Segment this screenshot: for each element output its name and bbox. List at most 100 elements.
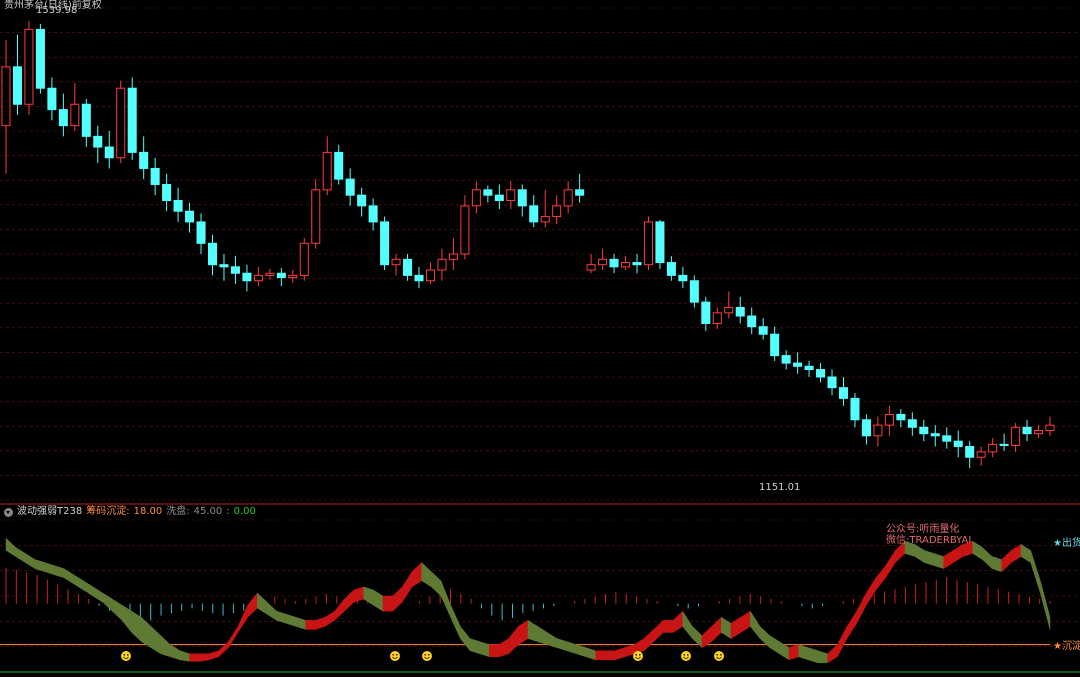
candle-up <box>448 253 458 260</box>
band-fall <box>54 565 65 579</box>
band-fall <box>179 650 190 662</box>
candle-down <box>850 397 860 421</box>
candle-up <box>311 189 321 244</box>
candle-down <box>414 274 424 282</box>
candle-up <box>265 272 275 276</box>
smiley-icon <box>714 651 724 661</box>
smiley-eye <box>720 654 722 656</box>
candle-up <box>724 306 734 314</box>
candle-down <box>517 189 527 207</box>
candle-down <box>575 189 585 196</box>
candle-down <box>403 258 413 276</box>
band-rise <box>518 619 529 646</box>
param-2: 18.00 <box>133 506 163 517</box>
band-fall <box>469 638 480 655</box>
param-4: 45.00 <box>193 506 223 517</box>
candle-down <box>930 433 940 437</box>
candle-down <box>793 362 803 367</box>
candle-down <box>655 221 665 264</box>
band-rise <box>740 610 751 633</box>
band-rise <box>827 644 838 664</box>
candle-up <box>437 258 447 271</box>
band-fall <box>682 610 693 640</box>
level-top-label: ★出货 <box>1053 538 1080 549</box>
band-rise <box>614 647 625 661</box>
band-rise <box>711 616 722 643</box>
band-rise <box>846 610 857 640</box>
candle-down <box>770 333 780 357</box>
band-fall <box>1030 550 1041 594</box>
band-rise <box>856 592 867 624</box>
smiley-icon <box>422 651 432 661</box>
candle-down <box>907 419 917 428</box>
candle-down <box>162 183 172 202</box>
band-rise <box>837 626 848 657</box>
candle-up <box>116 87 126 159</box>
candle-up <box>976 451 986 458</box>
price-chart[interactable] <box>0 0 1080 677</box>
candle-up <box>506 189 516 202</box>
candle-down <box>816 369 826 378</box>
smiley-face <box>121 651 131 661</box>
band-fall <box>44 562 55 576</box>
candle-down <box>345 178 355 196</box>
band-rise <box>953 543 964 564</box>
candle-down <box>827 376 837 389</box>
candle-down <box>357 194 367 207</box>
band-fall <box>527 619 538 642</box>
candle-down <box>12 66 22 105</box>
smiley-eye <box>424 654 427 656</box>
candle-down <box>173 200 183 212</box>
band-rise <box>489 644 500 658</box>
smiley-face <box>633 651 643 661</box>
candle-up <box>322 151 332 191</box>
candle-down <box>81 103 91 137</box>
smiley-eye <box>639 654 641 656</box>
candle-up <box>643 221 653 266</box>
indicator-params-bar: 波动强弱T238 筹码沉淀: 18.00 洗盘: 45.00 : 0.00 <box>4 506 256 518</box>
grid-lines <box>0 7 1080 505</box>
band-fall <box>102 592 113 612</box>
candle-down <box>781 355 791 364</box>
band-fall <box>5 537 16 557</box>
smiley-icon <box>390 651 400 661</box>
band-fall <box>460 625 471 652</box>
band-rise <box>508 625 519 655</box>
candlestick-series[interactable] <box>1 20 1055 468</box>
band-rise <box>382 595 393 612</box>
candle-up <box>1 66 11 127</box>
candle-down <box>861 419 871 437</box>
candle-down <box>1022 426 1032 435</box>
band-rise <box>305 620 316 630</box>
band-fall <box>769 635 780 655</box>
candle-up <box>988 443 998 453</box>
band-rise <box>595 650 606 661</box>
candle-down <box>689 280 699 303</box>
band-fall <box>750 610 761 640</box>
candle-down <box>139 151 149 169</box>
smiley-icon <box>681 651 691 661</box>
smiley-face <box>681 651 691 661</box>
candle-up <box>540 216 550 223</box>
band-fall <box>286 613 297 627</box>
candle-up <box>391 258 401 266</box>
band-fall <box>972 540 983 560</box>
candle-down <box>207 242 218 266</box>
band-fall <box>479 641 490 658</box>
indicator-menu-icon[interactable] <box>4 507 13 517</box>
band-fall <box>34 559 45 573</box>
candle-down <box>529 205 539 223</box>
param-6: 0.00 <box>233 506 256 517</box>
candle-up <box>884 413 894 426</box>
band-fall <box>933 553 944 569</box>
smiley-eye <box>396 654 398 656</box>
band-fall <box>25 552 36 570</box>
candle-up <box>471 189 481 207</box>
band-fall <box>112 598 123 621</box>
candle-down <box>609 258 619 268</box>
candle-down <box>494 194 504 202</box>
candle-down <box>35 28 45 89</box>
candle-up <box>563 189 573 207</box>
candle-down <box>104 146 114 159</box>
band-rise <box>730 616 741 640</box>
